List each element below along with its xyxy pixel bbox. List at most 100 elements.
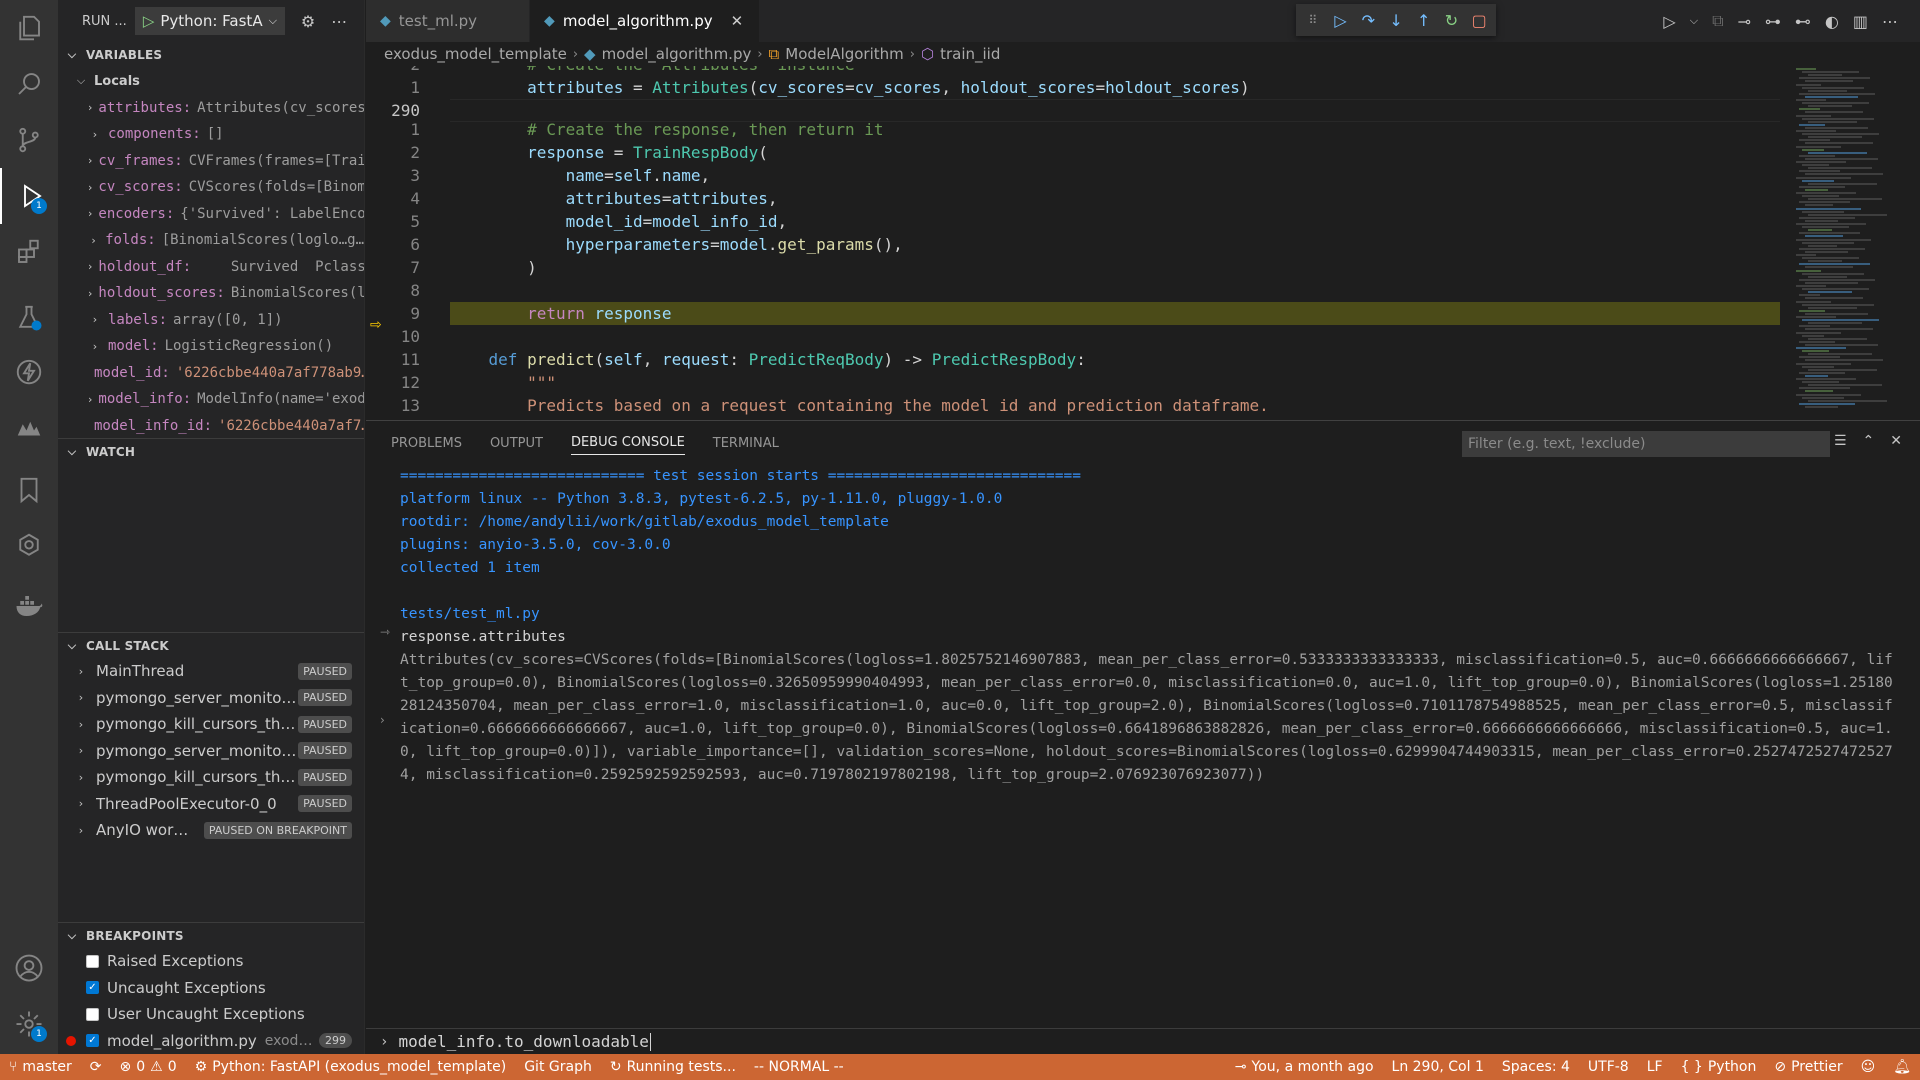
callstack-thread[interactable]: › ThreadPoolExecutor-0_0 PAUSED [58,791,364,818]
variable-row[interactable]: › attributes: Attributes(cv_scores… [58,95,364,122]
search-icon[interactable] [0,56,58,112]
source-control-icon[interactable] [0,112,58,168]
breakpoint-checkbox[interactable] [86,954,99,968]
variable-row[interactable]: › holdout_df: Survived Pclass… [58,254,364,281]
breakpoint-row[interactable]: Raised Exceptions [58,948,364,975]
tab-test-ml[interactable]: ◆ test_ml.py [366,0,531,42]
git-graph-item[interactable]: Git Graph [515,1059,601,1075]
restart-icon[interactable]: ↻ [1443,9,1461,31]
breadcrumb-folder[interactable]: exodus_model_template [384,45,567,63]
locals-scope[interactable]: ⌵ Locals [58,68,364,95]
extensions-icon[interactable] [0,224,58,280]
variable-row[interactable]: › model: LogisticRegression() [58,333,364,360]
step-into-icon[interactable]: ↓ [1387,9,1405,31]
breadcrumb-method[interactable]: train_iid [940,45,1000,63]
explorer-icon[interactable] [0,0,58,56]
stop-icon[interactable]: ▢ [1470,9,1488,31]
variable-row[interactable]: model_id: '6226cbbe440a7af778ab9… [58,360,364,387]
indentation-item[interactable]: Spaces: 4 [1493,1059,1579,1075]
clear-console-icon[interactable]: ☰ [1834,433,1847,449]
cursor-position-item[interactable]: Ln 290, Col 1 [1383,1059,1493,1075]
variable-row[interactable]: › model_info: ModelInfo(name='exod… [58,386,364,413]
open-changes-icon[interactable]: ⧉ [1712,11,1723,31]
account-icon[interactable] [0,940,58,996]
breakpoint-row[interactable]: ✓ Uncaught Exceptions [58,975,364,1002]
callstack-thread[interactable]: › pymongo_server_monito… PAUSED [58,685,364,712]
step-out-icon[interactable]: ↑ [1415,9,1433,31]
code-editor[interactable]: 2 # Create the `Attributes` instance 1 at… [366,66,1920,420]
breadcrumb-file[interactable]: model_algorithm.py [602,45,752,63]
thunder-client-icon[interactable] [0,344,58,400]
close-icon[interactable]: ✕ [1890,433,1902,449]
eol-item[interactable]: LF [1638,1059,1672,1075]
running-tests-item[interactable]: ↻ Running tests... [601,1059,745,1075]
git-previous-icon[interactable]: ⊸ [1738,12,1751,31]
git-next-icon[interactable]: ⊷ [1795,12,1811,31]
breadcrumb-class[interactable]: ModelAlgorithm [785,45,904,63]
callstack-thread[interactable]: › AnyIO wor… PAUSED ON BREAKPOINT [58,817,364,844]
settings-gear-icon[interactable]: 1 [0,996,58,1052]
variables-section-header[interactable]: ⌵ VARIABLES [58,42,364,68]
run-file-icon[interactable]: ▷ [1663,12,1675,31]
close-icon[interactable]: ✕ [731,12,744,30]
breakpoint-checkbox[interactable] [86,1007,99,1021]
chevron-down-icon[interactable]: ⌵ [1690,14,1698,28]
tab-terminal[interactable]: TERMINAL [713,436,779,451]
more-actions-icon[interactable]: ⋯ [1882,12,1898,31]
callstack-thread[interactable]: › MainThread PAUSED [58,658,364,685]
tab-output[interactable]: OUTPUT [490,436,543,451]
callstack-section-header[interactable]: ⌵ CALL STACK [58,632,364,658]
tab-problems[interactable]: PROBLEMS [391,436,462,451]
variable-row[interactable]: › folds: [BinomialScores(loglo…g… [58,227,364,254]
sync-icon[interactable]: ⟳ [81,1059,111,1075]
git-blame-item[interactable]: ⊸ You, a month ago [1226,1059,1383,1075]
minimap-line [1799,247,1865,250]
breakpoint-row[interactable]: User Uncaught Exceptions [58,1001,364,1028]
expand-arrow-icon[interactable]: › [380,713,385,727]
console-filter-input[interactable]: Filter (e.g. text, !exclude) [1462,431,1830,457]
debug-repl-input[interactable]: › model_info.to_downloadable [366,1028,1920,1054]
breakpoint-checkbox[interactable]: ✓ [86,981,99,995]
language-item[interactable]: { } Python [1672,1059,1766,1075]
variable-row[interactable]: › cv_scores: CVScores(folds=[Binom… [58,174,364,201]
encoding-item[interactable]: UTF-8 [1579,1059,1638,1075]
watch-section-header[interactable]: ⌵ WATCH [58,438,364,464]
callstack-thread[interactable]: › pymongo_server_monito… PAUSED [58,738,364,765]
more-actions-icon[interactable]: ⋯ [331,12,347,31]
step-over-icon[interactable]: ↷ [1359,9,1377,31]
git-commit-icon[interactable]: ⊶ [1765,12,1781,31]
bookmarks-icon[interactable] [0,462,58,518]
feedback-icon[interactable]: ☺ [1852,1059,1885,1075]
remote-icon[interactable] [0,400,58,456]
testing-icon[interactable] [0,290,58,346]
timeline-icon[interactable]: ◐ [1825,12,1839,31]
gear-icon[interactable]: ⚙ [301,12,315,31]
variable-row[interactable]: › encoders: {'Survived': LabelEnco… [58,201,364,228]
tab-model-algorithm[interactable]: ◆ model_algorithm.py ✕ [530,0,761,42]
breakpoints-section-header[interactable]: ⌵ BREAKPOINTS [58,922,364,948]
problems-item[interactable]: ⊗ 0 ⚠ 0 [111,1059,186,1075]
callstack-thread[interactable]: › pymongo_kill_cursors_th… PAUSED [58,764,364,791]
breakpoint-file-row[interactable]: ✓ model_algorithm.py exod… 299 [58,1028,364,1055]
drag-handle-icon[interactable]: ⠿ [1304,9,1322,31]
variable-row[interactable]: › labels: array([0, 1]) [58,307,364,334]
run-debug-icon[interactable]: 1 [0,168,58,224]
breakpoint-file-checkbox[interactable]: ✓ [86,1034,99,1048]
docker-icon[interactable] [0,578,58,634]
variable-row[interactable]: › components: [] [58,121,364,148]
variable-row[interactable]: model_info_id: '6226cbbe440a7af7… [58,413,364,440]
variable-row[interactable]: › holdout_scores: BinomialScores(l… [58,280,364,307]
variable-row[interactable]: › cv_frames: CVFrames(frames=[Trai… [58,148,364,175]
minimap[interactable] [1796,66,1906,420]
branch-item[interactable]: ⑂ master [0,1059,81,1075]
maximize-panel-icon[interactable]: ⌃ [1863,433,1875,449]
notifications-icon[interactable]: 🔔︎ [1884,1059,1920,1075]
tab-debug-console[interactable]: DEBUG CONSOLE [570,435,685,455]
gitlens-icon[interactable] [0,518,58,574]
callstack-thread[interactable]: › pymongo_kill_cursors_th… PAUSED [58,711,364,738]
run-config-dropdown[interactable]: ▷ Python: FastA ⌵ [134,7,285,35]
debug-config-item[interactable]: ⚙ Python: FastAPI (exodus_model_template… [186,1059,516,1075]
split-editor-icon[interactable]: ▥ [1853,12,1868,31]
prettier-item[interactable]: ⊘ Prettier [1765,1059,1851,1075]
continue-icon[interactable]: ▷ [1332,9,1350,31]
